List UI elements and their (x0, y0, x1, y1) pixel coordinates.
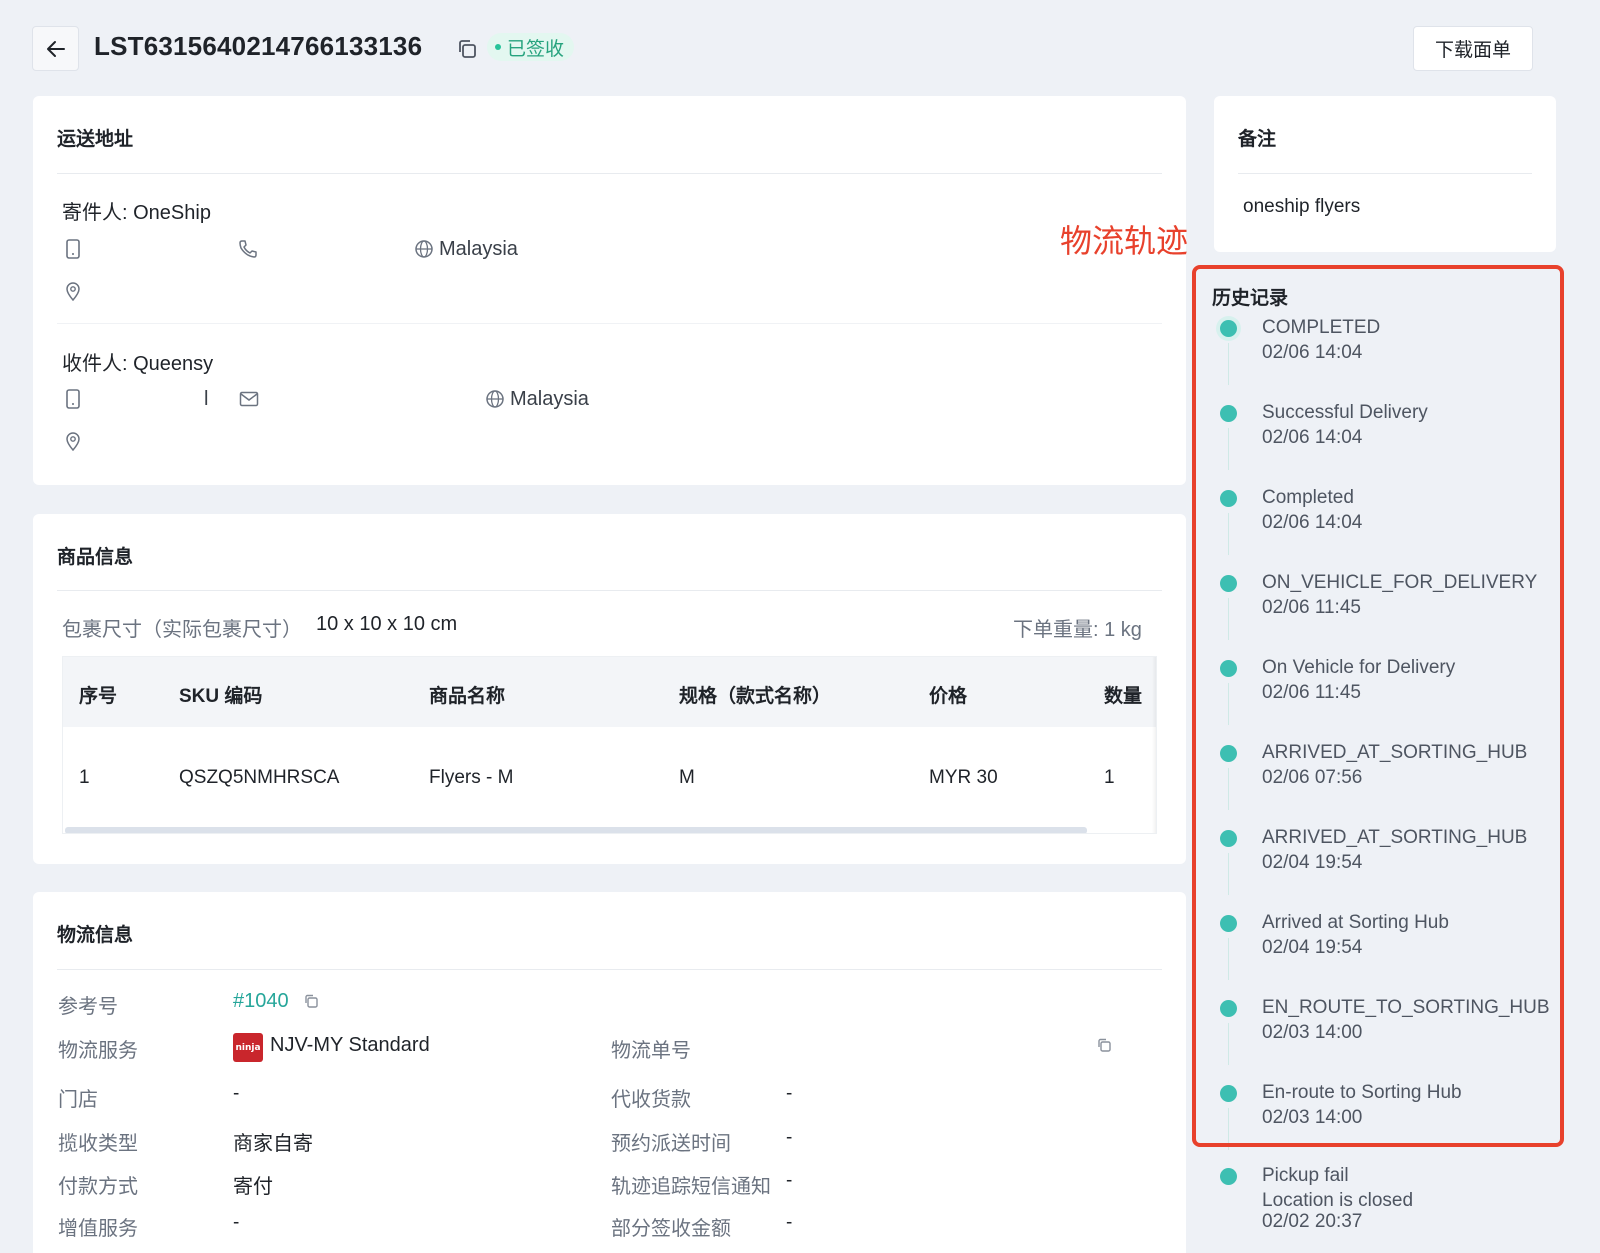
location-pin-icon (66, 432, 80, 451)
sender-country: Malaysia (439, 238, 518, 260)
receiver-country: Malaysia (510, 388, 589, 410)
payment-label: 付款方式 (58, 1176, 138, 1198)
logistics-card: 物流信息 参考号 #1040 物流服务 ninja NJV-MY Standar… (33, 892, 1186, 1253)
status-text: 已签收 (507, 38, 565, 60)
table-cell: M (679, 767, 695, 788)
annotation-label: 物流轨迹 (1060, 223, 1189, 259)
cod-value: - (786, 1083, 793, 1104)
store-value: - (233, 1083, 240, 1104)
copy-icon[interactable] (1096, 1037, 1112, 1053)
package-size-value: 10 x 10 x 10 cm (316, 613, 458, 635)
partial-sign-value: - (786, 1212, 793, 1233)
service-value: NJV-MY Standard (270, 1034, 430, 1056)
table-cell: 1 (1104, 767, 1115, 788)
sms-label: 轨迹追踪短信通知 (611, 1176, 771, 1198)
cod-label: 代收货款 (611, 1089, 691, 1111)
table-cell: 1 (79, 767, 90, 788)
mobile-icon (66, 239, 80, 259)
package-size-label: 包裹尺寸（实际包裹尺寸） (62, 619, 302, 641)
column-header: 商品名称 (429, 686, 506, 707)
timeline-dot (1220, 1168, 1237, 1185)
receiver-phone-partial: l (204, 388, 209, 410)
tracking-label: 物流单号 (611, 1040, 691, 1062)
arrow-left-icon (46, 40, 65, 57)
divider (1238, 173, 1532, 174)
timeline-highlight-box (1192, 265, 1564, 1147)
download-label-button[interactable]: 下载面单 (1413, 26, 1533, 71)
divider (57, 969, 1162, 970)
status-badge: 已签收 (487, 33, 575, 61)
reference-label: 参考号 (58, 996, 118, 1018)
column-header: 数量 (1104, 686, 1143, 707)
table-cell: MYR 30 (929, 767, 998, 788)
column-header: SKU 编码 (179, 686, 263, 707)
status-dot (495, 44, 501, 50)
table-row: 1 QSZQ5NMHRSCA Flyers - M M MYR 30 1 (63, 727, 1156, 827)
ninja-logo-text: ninja (235, 1042, 261, 1053)
back-button[interactable] (32, 26, 79, 71)
reference-link[interactable]: #1040 (233, 990, 289, 1013)
table-cell: QSZQ5NMHRSCA (179, 767, 340, 788)
sms-value: - (786, 1170, 793, 1191)
location-pin-icon (66, 282, 80, 301)
product-card: 商品信息 包裹尺寸（实际包裹尺寸） 10 x 10 x 10 cm 下单重量: … (33, 514, 1186, 864)
value-added-label: 增值服务 (58, 1218, 138, 1240)
order-id: LST6315640214766133136 (94, 31, 423, 61)
copy-icon[interactable] (456, 38, 478, 60)
horizontal-scrollbar[interactable] (65, 827, 1087, 833)
table-cell: Flyers - M (429, 767, 514, 788)
phone-icon (239, 240, 257, 258)
timeline-status: Pickup fail (1262, 1165, 1349, 1186)
mobile-icon (66, 389, 80, 409)
service-label: 物流服务 (58, 1040, 138, 1062)
payment-value: 寄付 (233, 1176, 273, 1198)
divider (57, 590, 1162, 591)
divider (57, 323, 1162, 324)
pickup-type-value: 商家自寄 (233, 1133, 313, 1155)
receiver-name: 收件人: Queensy (62, 353, 214, 375)
divider (57, 173, 1162, 174)
product-table: 序号 SKU 编码 商品名称 规格（款式名称） 价格 数量 1 QSZQ5NMH… (62, 656, 1157, 834)
mail-icon (239, 391, 259, 407)
store-label: 门店 (58, 1089, 98, 1111)
timeline-detail: Location is closed (1262, 1190, 1414, 1211)
pickup-type-label: 揽收类型 (58, 1133, 138, 1155)
notes-title: 备注 (1238, 129, 1277, 150)
product-title: 商品信息 (57, 547, 134, 568)
column-header: 价格 (929, 686, 968, 707)
logistics-title: 物流信息 (57, 925, 134, 946)
scheduled-delivery-label: 预约派送时间 (611, 1133, 731, 1155)
sender-name: 寄件人: OneShip (62, 202, 211, 224)
order-weight: 下单重量: 1 kg (1013, 619, 1142, 641)
notes-content: oneship flyers (1243, 196, 1361, 217)
notes-card: 备注 oneship flyers (1214, 96, 1556, 252)
timeline-time: 02/02 20:37 (1262, 1211, 1363, 1232)
copy-icon[interactable] (303, 993, 319, 1009)
partial-sign-label: 部分签收金额 (611, 1218, 731, 1240)
address-title: 运送地址 (57, 129, 134, 150)
globe-icon (486, 390, 504, 408)
ninja-logo: ninja (233, 1033, 263, 1062)
value-added-value: - (233, 1212, 240, 1233)
column-header: 规格（款式名称） (679, 686, 832, 707)
column-header: 序号 (79, 686, 118, 707)
scheduled-delivery-value: - (786, 1127, 793, 1148)
table-right-shadow (1152, 657, 1156, 833)
globe-icon (415, 240, 433, 258)
address-card: 运送地址 寄件人: OneShip Malaysia 收件人: Queensy … (33, 96, 1186, 485)
